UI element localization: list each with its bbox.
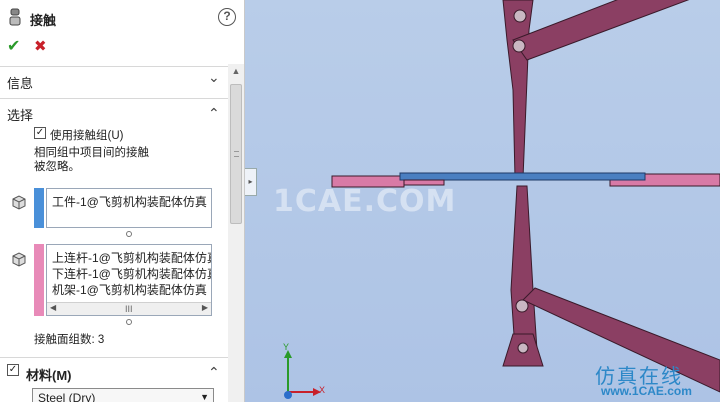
list-item[interactable]: 下连杆-1@飞剪机构装配体仿真 (52, 265, 211, 282)
scroll-left-icon[interactable]: ◀ (50, 303, 56, 312)
list-item[interactable]: 工件-1@飞剪机构装配体仿真 (52, 193, 207, 210)
contact-icon (9, 8, 21, 26)
component-icon (12, 252, 26, 267)
joint-pin-icon (513, 9, 527, 23)
list-hscrollbar[interactable]: ◀ III ▶ (47, 302, 211, 315)
contact-group-note-2: 被忽略。 (34, 161, 80, 173)
section-info-label: 信息 (7, 76, 34, 91)
panel-title: 接触 (30, 13, 57, 28)
chevron-up-icon[interactable]: ⌃ (208, 364, 220, 381)
scroll-right-icon[interactable]: ▶ (202, 303, 208, 312)
section-material-label: 材料(M) (26, 368, 72, 383)
upper-link-body (502, 0, 534, 179)
joint-pin-icon (517, 342, 529, 354)
collapse-panel-tab[interactable]: ▸ (245, 168, 257, 196)
brand-url: www.1CAE.com (601, 384, 692, 398)
group2-color-tab (34, 244, 44, 316)
scroll-grip-icon (234, 151, 239, 157)
dropdown-arrow-icon[interactable]: ▼ (200, 392, 209, 402)
cancel-button[interactable]: ✖ (34, 37, 47, 55)
axis-z-icon (284, 391, 292, 399)
group1-list[interactable]: 工件-1@飞剪机构装配体仿真 (46, 188, 212, 228)
material-select[interactable]: Steel (Dry) ▼ (32, 388, 214, 402)
section-material[interactable]: ✓ 材料(M) ⌃ (0, 357, 228, 383)
material-checkbox[interactable]: ✓ (7, 364, 19, 376)
section-info[interactable]: 信息 ⌄ (0, 66, 228, 91)
use-contact-group-label: 使用接触组(U) (50, 130, 124, 142)
axis-y-label: Y (283, 342, 290, 352)
splitter-knob[interactable] (126, 319, 132, 325)
workpiece-plate (399, 172, 646, 181)
contact-face-count: 接触面组数: 3 (34, 334, 105, 346)
chevron-down-icon[interactable]: ⌄ (208, 69, 220, 86)
material-value: Steel (Dry) (38, 391, 96, 402)
property-manager-panel: 接触 ? ✔ ✖ ▲ 信息 ⌄ 选择 ⌃ ✓ 使用接触组(U) 相同组中项目间的… (0, 0, 245, 402)
section-selection-label: 选择 (7, 108, 34, 123)
joint-pin-icon (515, 299, 529, 313)
splitter-knob[interactable] (126, 231, 132, 237)
section-selection[interactable]: 选择 ⌃ (0, 98, 228, 123)
list-item[interactable]: 上连杆-1@飞剪机构装配体仿真 (52, 249, 211, 266)
joint-pin-icon (512, 39, 526, 53)
watermark: 1CAE.COM (273, 184, 457, 219)
graphics-viewport[interactable]: ▸ Y X 1CAE.COM 仿真在线 www.1CAE.com (245, 0, 720, 402)
help-icon[interactable]: ? (218, 8, 236, 26)
lower-link-body (510, 185, 538, 351)
scroll-grip[interactable]: III (125, 304, 133, 314)
group2-list[interactable]: 上连杆-1@飞剪机构装配体仿真 下连杆-1@飞剪机构装配体仿真 机架-1@飞剪机… (46, 244, 212, 316)
scroll-up-icon[interactable]: ▲ (228, 66, 244, 80)
ok-button[interactable]: ✔ (7, 36, 20, 56)
scroll-thumb[interactable] (230, 84, 242, 224)
upper-diagonal-arm (512, 0, 690, 61)
use-contact-group-checkbox[interactable]: ✓ (34, 127, 46, 139)
chevron-up-icon[interactable]: ⌃ (208, 105, 220, 122)
panel-titlebar: 接触 ? (0, 0, 244, 34)
axis-x-label: X (319, 385, 326, 395)
group1-color-tab (34, 188, 44, 228)
panel-scrollbar[interactable]: ▲ (228, 64, 244, 402)
list-item[interactable]: 机架-1@飞剪机构装配体仿真 (52, 281, 207, 298)
component-icon (12, 195, 26, 210)
